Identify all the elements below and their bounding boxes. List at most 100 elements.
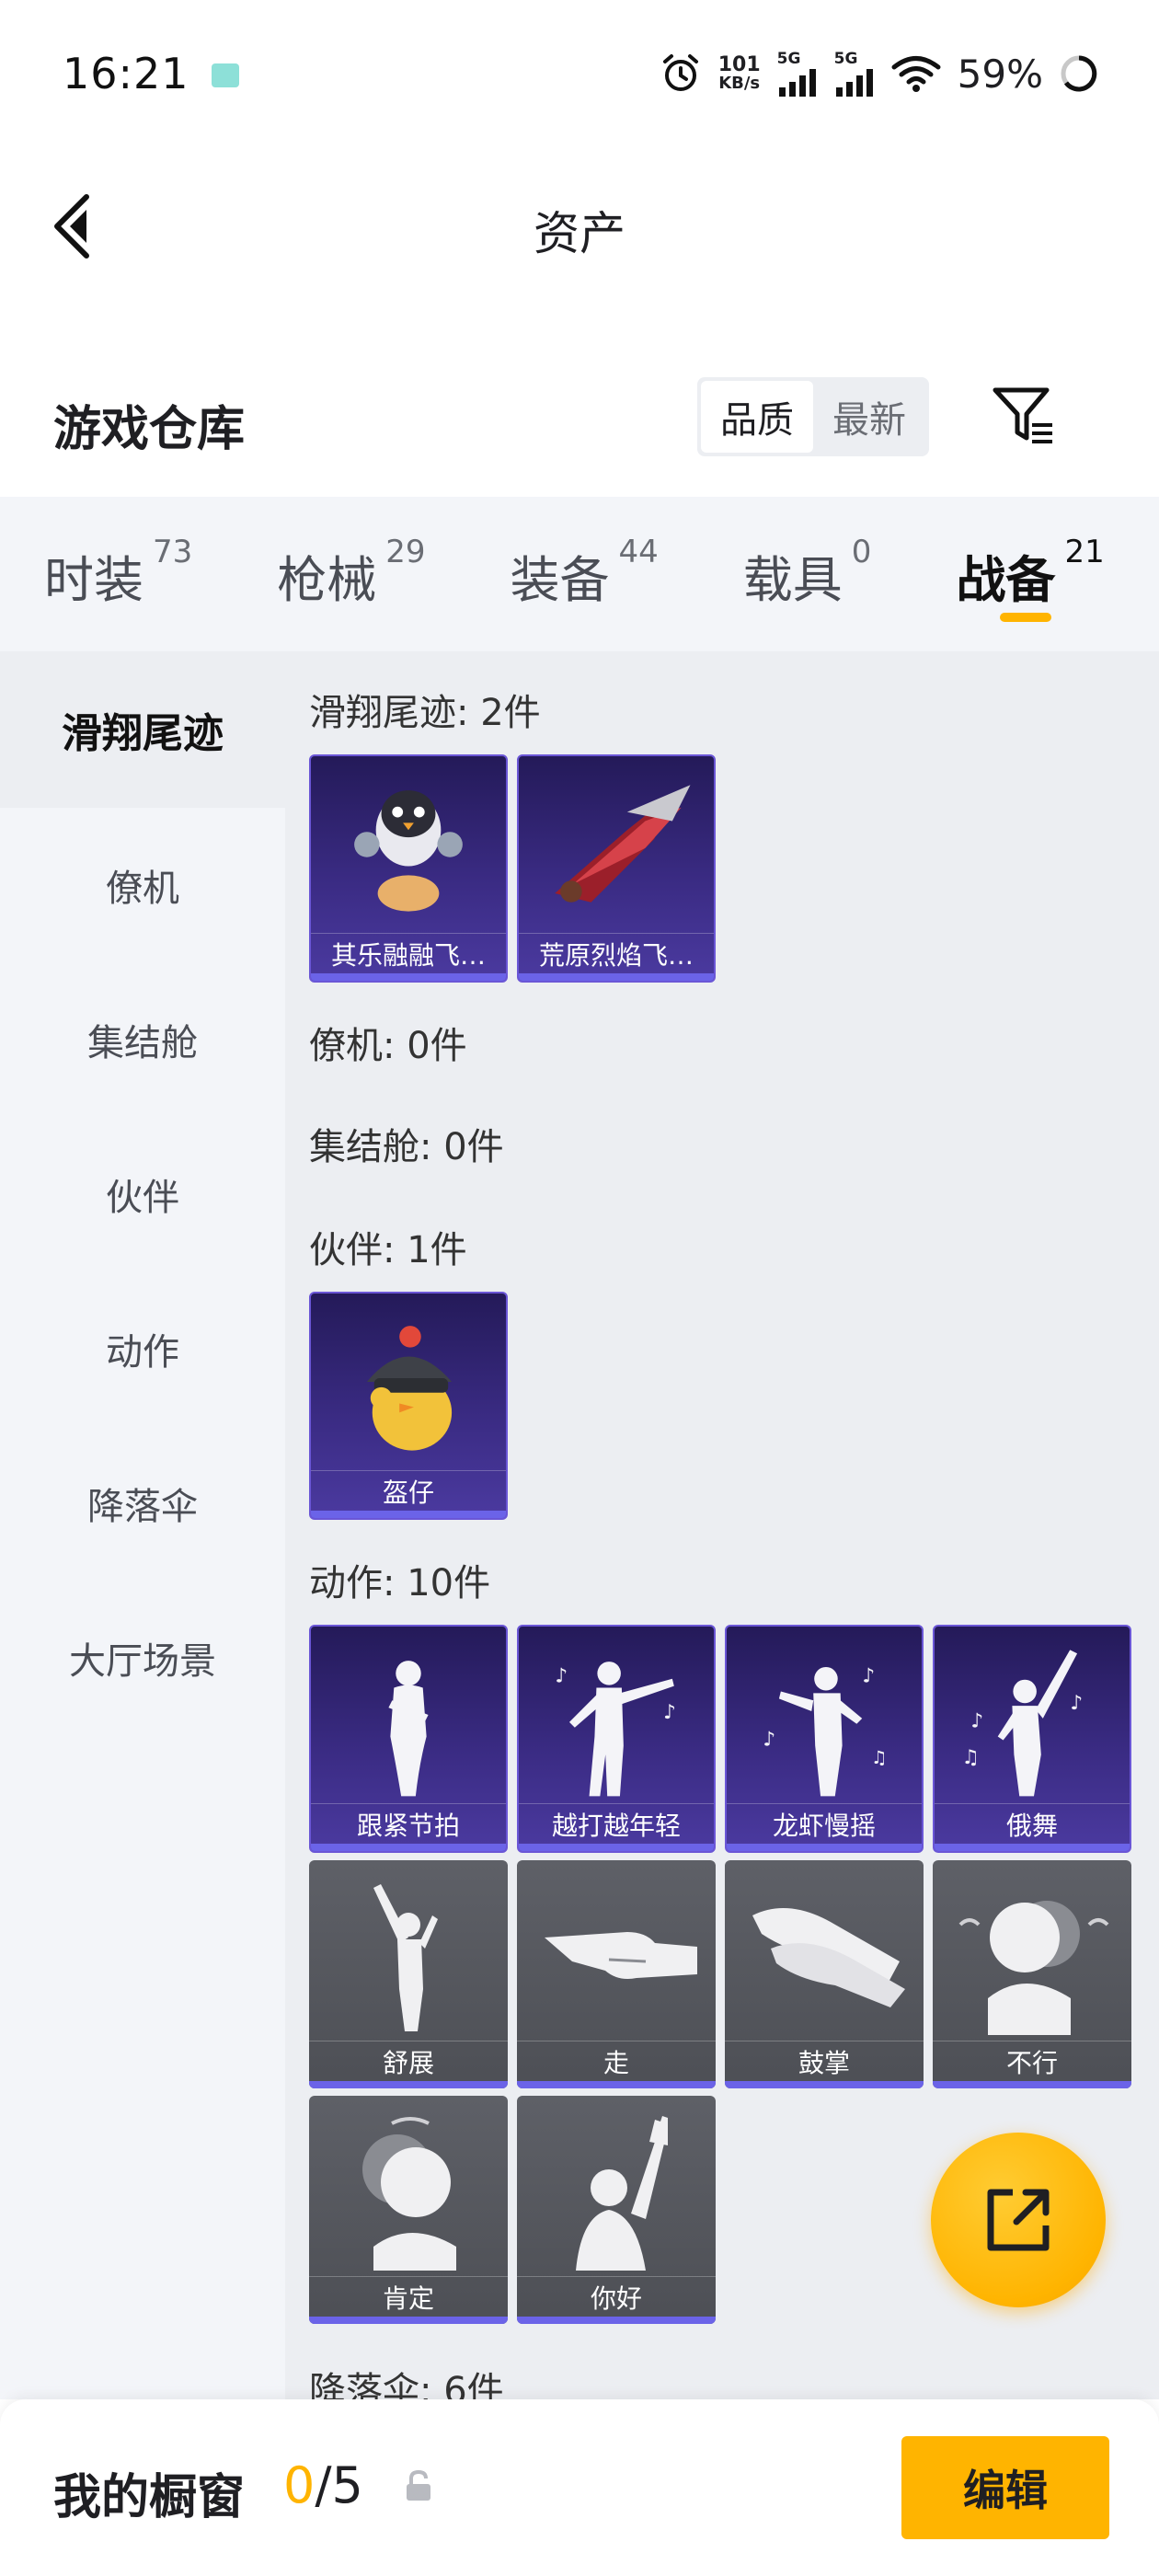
item-name: 你好 [517, 2276, 716, 2317]
section-title-companion: 伙伴: 1件 [309, 1229, 467, 1271]
page-title: 资产 [534, 207, 625, 260]
side-category-nav: 滑翔尾迹 僚机 集结舱 伙伴 动作 降落伞 大厅场景 [0, 651, 285, 2399]
side-item-glide-trail[interactable]: 滑翔尾迹 [0, 651, 285, 808]
emote-card[interactable]: 肯定 [309, 2096, 508, 2324]
rarity-bar [727, 1844, 922, 1851]
tab-vehicles[interactable]: 载具 0 [743, 497, 872, 651]
lock-icon [407, 2469, 430, 2501]
battery-icon [1061, 55, 1097, 92]
sort-newest-button[interactable]: 最新 [813, 381, 925, 453]
battery-percent: 59% [957, 51, 1043, 97]
svg-text:♪: ♪ [970, 1710, 983, 1733]
item-name: 走 [517, 2041, 716, 2081]
emote-card[interactable]: ♪ ♪ ♫ 龙虾慢摇 [725, 1625, 924, 1853]
item-name: 俄舞 [935, 1803, 1130, 1844]
wifi-icon [891, 56, 941, 92]
warehouse-header: 游戏仓库 品质 最新 [0, 368, 1159, 497]
status-indicators: 101 KB/s 5G 5G 59% [660, 49, 1098, 97]
edit-button[interactable]: 编辑 [901, 2436, 1109, 2539]
status-time: 16:21 [63, 49, 189, 98]
rarity-bar [311, 973, 506, 981]
rarity-bar [309, 2081, 508, 2088]
svg-text:♪: ♪ [555, 1665, 568, 1688]
warehouse-title: 游戏仓库 [53, 402, 246, 457]
rarity-bar [517, 2081, 716, 2088]
signal-1: 5G [776, 49, 818, 97]
tab-label: 枪械 [277, 551, 377, 609]
tab-equipment[interactable]: 装备 44 [511, 497, 659, 651]
showcase-current: 0 [283, 2456, 316, 2514]
emote-card[interactable]: 舒展 [309, 1860, 508, 2088]
alarm-icon [662, 54, 698, 91]
tab-count: 29 [385, 534, 426, 570]
side-item-lobby-scene[interactable]: 大厅场景 [0, 1581, 285, 1735]
dancer-silhouette-icon: ♪ ♪ ♫ [961, 1650, 1083, 1797]
rarity-bar [309, 2317, 508, 2324]
penguin-glider-icon [354, 790, 463, 912]
waving-person-icon [576, 2116, 668, 2271]
dancer-silhouette-icon [388, 1661, 429, 1797]
chick-helmet-icon [366, 1326, 453, 1451]
tab-combat-gear[interactable]: 战备 21 [956, 497, 1105, 651]
item-card[interactable]: 盔仔 [309, 1292, 508, 1520]
emote-card[interactable]: ♪ ♪ ♫ 俄舞 [933, 1625, 1131, 1853]
emote-card[interactable]: 你好 [517, 2096, 716, 2324]
emote-card[interactable]: 鼓掌 [725, 1860, 924, 2088]
item-card[interactable]: 其乐融融飞… [309, 754, 508, 983]
sort-quality-button[interactable]: 品质 [701, 381, 813, 453]
notification-icon [211, 63, 239, 87]
side-item-parachute[interactable]: 降落伞 [0, 1426, 285, 1581]
signal-bars-icon [835, 68, 873, 97]
side-item-wingman[interactable]: 僚机 [0, 808, 285, 962]
showcase-label: 我的橱窗 [53, 2470, 246, 2525]
tab-count: 21 [1064, 534, 1105, 570]
svg-text:♪: ♪ [763, 1728, 775, 1751]
filter-icon[interactable] [990, 383, 1058, 447]
nodding-head-icon [362, 2117, 456, 2271]
rarity-bar [935, 1844, 1130, 1851]
item-name: 龙虾慢摇 [727, 1803, 922, 1844]
section-title-assembly-pod: 集结舱: 0件 [309, 1126, 504, 1168]
emote-card[interactable]: ♪ ♪ 越打越年轻 [517, 1625, 716, 1853]
signal-2-label: 5G [833, 49, 858, 68]
rarity-bar [311, 1844, 506, 1851]
net-speed: 101 KB/s [718, 55, 761, 92]
side-item-companion[interactable]: 伙伴 [0, 1117, 285, 1271]
item-card[interactable]: 荒原烈焰飞… [517, 754, 716, 983]
share-button[interactable] [931, 2133, 1106, 2307]
signal-1-label: 5G [776, 49, 801, 68]
net-speed-unit: KB/s [718, 74, 761, 93]
side-item-assembly-pod[interactable]: 集结舱 [0, 962, 285, 1117]
tab-firearms[interactable]: 枪械 29 [277, 497, 425, 651]
svg-text:♫: ♫ [871, 1747, 888, 1768]
section-title-glide-trail: 滑翔尾迹: 2件 [309, 692, 541, 734]
rarity-bar [517, 2317, 716, 2324]
item-name: 其乐融融飞… [311, 933, 506, 973]
tab-count: 44 [618, 534, 659, 570]
tab-label: 载具 [742, 551, 843, 609]
tab-label: 装备 [510, 551, 610, 609]
tab-fashion[interactable]: 时装 73 [44, 497, 192, 651]
emote-card[interactable]: 跟紧节拍 [309, 1625, 508, 1853]
item-name: 不行 [933, 2041, 1131, 2081]
showcase-count: 0/5 [283, 2456, 363, 2514]
section-title-emote: 动作: 10件 [309, 1562, 491, 1604]
side-item-emote[interactable]: 动作 [0, 1271, 285, 1426]
dancer-silhouette-icon: ♪ ♪ ♫ [763, 1665, 888, 1797]
net-speed-value: 101 [717, 53, 761, 76]
item-name: 舒展 [309, 2041, 508, 2081]
emote-card[interactable]: 走 [517, 1860, 716, 2088]
bottom-bar: 我的橱窗 0/5 编辑 [0, 2399, 1159, 2576]
rarity-bar [933, 2081, 1131, 2088]
tab-count: 73 [153, 534, 193, 570]
svg-text:♪: ♪ [862, 1665, 875, 1688]
emote-card[interactable]: 不行 [933, 1860, 1131, 2088]
head-shake-icon [958, 1901, 1109, 2035]
svg-text:♪: ♪ [663, 1701, 676, 1724]
tab-count: 0 [851, 534, 872, 570]
showcase-total: /5 [315, 2456, 363, 2514]
rarity-bar [311, 1511, 506, 1518]
item-name: 盔仔 [311, 1470, 506, 1511]
svg-text:♫: ♫ [961, 1746, 979, 1769]
section-title-parachute: 降落伞: 6件 [309, 2370, 504, 2399]
